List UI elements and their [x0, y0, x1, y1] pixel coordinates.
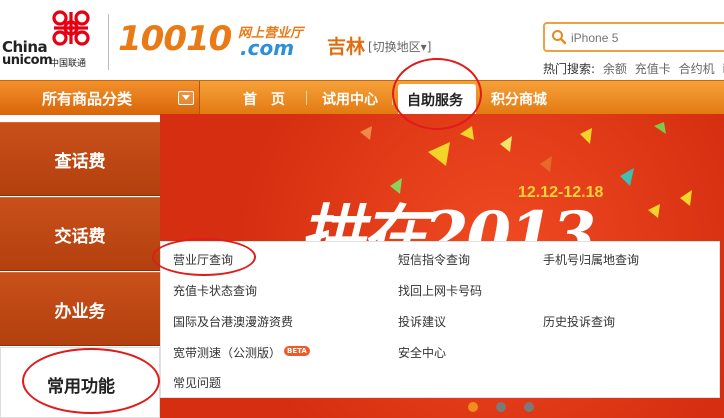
- hot-search-link[interactable]: 合约机: [679, 62, 715, 76]
- nav-item-trial-center[interactable]: 试用中心: [322, 89, 378, 109]
- sidebar-item-services[interactable]: 办业务: [0, 272, 160, 346]
- brand-number[interactable]: 10010: [118, 20, 232, 58]
- link-recover-data-card-number[interactable]: 找回上网卡号码: [398, 282, 482, 299]
- logo-chinese-text: 中国联通: [50, 59, 87, 69]
- carousel-dot[interactable]: [496, 402, 506, 412]
- nav-divider: [392, 91, 393, 105]
- link-broadband-speed-test[interactable]: 宽带测速（公测版） BETA: [173, 344, 310, 361]
- logo-english-text: China unicom: [2, 40, 53, 68]
- search-icon[interactable]: [551, 29, 567, 45]
- carousel-dot[interactable]: [468, 402, 478, 412]
- confetti-decoration: [360, 122, 692, 218]
- chevron-down-icon[interactable]: [178, 91, 194, 105]
- sidebar-item-label: 查话费: [54, 152, 106, 172]
- logo-divider: [108, 14, 109, 70]
- link-number-location-lookup[interactable]: 手机号归属地查询: [543, 251, 639, 268]
- logo-line-unicom: unicom: [2, 53, 53, 68]
- hot-search-link[interactable]: 充值卡: [635, 62, 671, 76]
- link-complaints[interactable]: 投诉建议: [398, 313, 446, 330]
- beta-badge: BETA: [284, 346, 310, 356]
- switch-region-link[interactable]: [切换地区▾]: [368, 38, 431, 55]
- link-security-center[interactable]: 安全中心: [398, 344, 446, 361]
- site-header: China unicom 中国联通 10010 网上营业厅 .com 吉林 [切…: [0, 0, 724, 80]
- link-faq[interactable]: 常见问题: [173, 374, 221, 391]
- link-roaming-rates[interactable]: 国际及台港澳漫游资费: [173, 313, 293, 330]
- nav-item-points-mall[interactable]: 积分商城: [491, 89, 547, 109]
- hot-search-link[interactable]: 余额: [603, 62, 627, 76]
- link-broadband-speed-test-label: 宽带测速（公测版）: [173, 346, 282, 360]
- sidebar-item-label: 办业务: [54, 302, 106, 322]
- main-nav: 所有商品分类 首 页 试用中心 自助服务 积分商城: [0, 80, 724, 115]
- nav-item-home[interactable]: 首 页: [243, 89, 285, 109]
- nav-item-self-service-label: 自助服务: [407, 93, 463, 109]
- sidebar-item-label: 常用功能: [47, 377, 115, 397]
- sidebar-item-pay-bill[interactable]: 交话费: [0, 197, 160, 271]
- hot-search-label: 热门搜索:: [543, 62, 596, 76]
- link-complaint-history[interactable]: 历史投诉查询: [543, 313, 615, 330]
- sidebar-item-common-functions[interactable]: 常用功能: [0, 347, 160, 418]
- unicom-knot-logo-icon[interactable]: [46, 8, 96, 50]
- search-box[interactable]: [543, 22, 724, 52]
- link-recharge-card-status[interactable]: 充值卡状态查询: [173, 282, 257, 299]
- page: China unicom 中国联通 10010 网上营业厅 .com 吉林 [切…: [0, 0, 724, 418]
- search-input[interactable]: [571, 28, 724, 48]
- all-categories-label: 所有商品分类: [42, 90, 133, 108]
- nav-divider: [306, 91, 307, 105]
- all-categories-menu[interactable]: 所有商品分类: [0, 81, 200, 115]
- brand-dotcom: .com: [240, 36, 295, 60]
- common-functions-panel: 营业厅查询 短信指令查询 手机号归属地查询 充值卡状态查询 找回上网卡号码 国际…: [160, 241, 720, 398]
- sidebar-item-label: 交话费: [54, 227, 106, 247]
- hot-search-bar: 热门搜索: 余额 充值卡 合约机 iF: [543, 60, 724, 77]
- quick-sidebar: 查话费 交话费 办业务 常用功能: [0, 114, 160, 418]
- carousel-dot[interactable]: [524, 402, 534, 412]
- link-office-lookup[interactable]: 营业厅查询: [173, 251, 233, 268]
- current-region: 吉林: [327, 36, 366, 58]
- sidebar-item-check-bill[interactable]: 查话费: [0, 122, 160, 196]
- nav-item-self-service[interactable]: 自助服务: [398, 84, 476, 115]
- link-sms-command-lookup[interactable]: 短信指令查询: [398, 251, 470, 268]
